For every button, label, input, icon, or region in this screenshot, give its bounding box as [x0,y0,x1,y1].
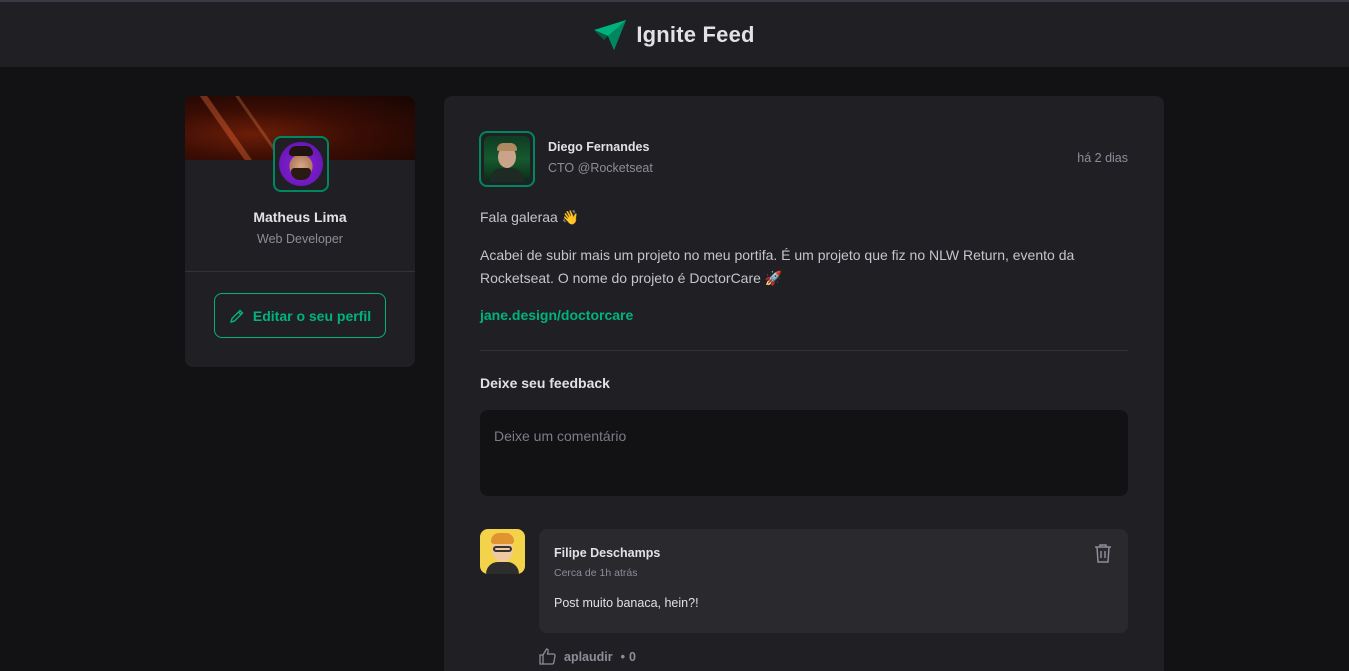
comment-author: Filipe Deschamps [554,546,661,560]
post-author-role: CTO @Rocketseat [548,161,653,175]
app-header: Ignite Feed [0,2,1349,67]
edit-profile-button[interactable]: Editar o seu perfil [214,293,386,338]
divider [185,271,415,272]
thumbs-up-icon [539,648,556,665]
comment-timestamp: Cerca de 1h atrás [554,567,638,579]
feedback-title: Deixe seu feedback [480,375,610,391]
applaud-separator: • [620,649,626,664]
trash-icon[interactable] [1094,543,1112,563]
profile-sidebar: Matheus Lima Web Developer Editar o seu … [185,96,415,367]
profile-role: Web Developer [257,232,343,246]
brand-title: Ignite Feed [636,21,755,47]
post-link[interactable]: jane.design/doctorcare [480,307,633,323]
paper-plane-logo-icon [594,19,627,50]
avatar[interactable] [480,529,525,574]
post-paragraph: Fala galeraa 👋 [480,209,580,225]
post-card: Diego Fernandes CTO @Rocketseat há 2 dia… [444,96,1164,671]
profile-name: Matheus Lima [253,209,347,225]
comment-text: Post muito banaca, hein?! [554,596,699,610]
pencil-icon [229,309,244,323]
comment-input[interactable] [480,410,1128,496]
comment-box: Filipe Deschamps Cerca de 1h atrás Post … [539,529,1128,633]
divider [480,350,1128,351]
avatar[interactable] [273,136,329,192]
post-author-name: Diego Fernandes [548,140,650,154]
avatar[interactable] [479,131,535,187]
post-paragraph: Acabei de subir mais um projeto no meu p… [480,247,1075,286]
applaud-label: aplaudir [564,649,613,664]
applaud-button[interactable]: aplaudir • 0 [539,648,636,665]
post-timestamp: há 2 dias [1077,151,1128,165]
edit-profile-label: Editar o seu perfil [252,307,372,324]
applaud-count: 0 [629,649,636,664]
